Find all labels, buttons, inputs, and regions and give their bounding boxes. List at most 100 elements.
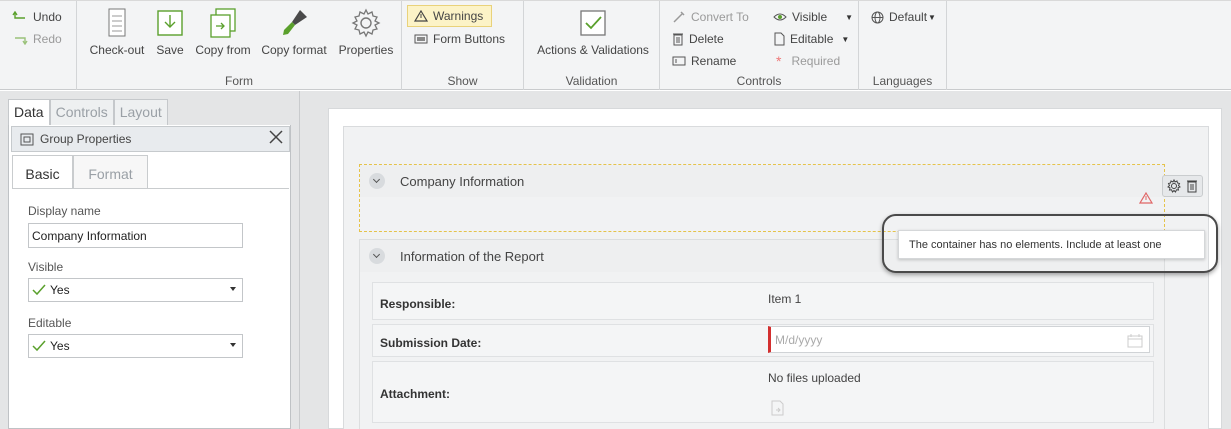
group-tools xyxy=(1162,175,1203,197)
check-out-label: Check-out xyxy=(89,43,145,57)
editable-icon xyxy=(774,32,785,46)
properties-button[interactable]: Properties xyxy=(336,7,396,57)
collapse-icon[interactable] xyxy=(369,248,385,264)
warnings-label: Warnings xyxy=(433,9,484,23)
ribbon-toolbar: Undo Redo Check-out Save Copy from Copy … xyxy=(0,0,1231,90)
copy-from-button[interactable]: Copy from xyxy=(194,7,252,57)
display-name-input[interactable]: Company Information xyxy=(28,223,243,248)
languages-group: Default ▼ Languages xyxy=(859,1,947,90)
submission-date-row: Submission Date: M/d/yyyy xyxy=(372,324,1154,357)
copy-format-button[interactable]: Copy format xyxy=(259,7,329,57)
form-designer-canvas: Company Information Information of the R… xyxy=(299,91,1231,429)
properties-label: Properties xyxy=(338,43,394,57)
tab-controls[interactable]: Controls xyxy=(49,99,114,125)
paintbrush-icon xyxy=(283,10,307,35)
form-buttons-toggle[interactable]: Form Buttons xyxy=(414,30,505,48)
controls-group-label: Controls xyxy=(736,74,782,88)
editable-select[interactable]: Yes xyxy=(28,334,243,358)
chevron-down-icon xyxy=(230,287,236,291)
language-dropdown[interactable]: Default ▼ xyxy=(871,8,936,26)
required-toggle[interactable]: * Required xyxy=(773,52,840,70)
copy-from-label: Copy from xyxy=(195,43,251,57)
form-buttons-label: Form Buttons xyxy=(433,32,506,46)
required-label: Required xyxy=(791,54,841,68)
form-container: Company Information Information of the R… xyxy=(343,126,1218,429)
show-group: Warnings Form Buttons Show xyxy=(402,1,524,90)
empty-container-tooltip: The container has no elements. Include a… xyxy=(898,230,1205,259)
submission-date-input[interactable]: M/d/yyyy xyxy=(768,326,1150,353)
editable-dropdown[interactable]: Editable ▼ xyxy=(773,30,849,48)
rename-icon xyxy=(672,56,686,66)
show-group-label: Show xyxy=(447,74,478,88)
tab-layout[interactable]: Layout xyxy=(113,99,168,125)
upload-icon[interactable] xyxy=(769,399,787,417)
form-group: Check-out Save Copy from Copy format Pro… xyxy=(77,1,402,90)
undo-button[interactable]: Undo xyxy=(12,8,62,26)
check-out-button[interactable]: Check-out xyxy=(86,7,148,57)
close-icon[interactable] xyxy=(267,128,285,146)
company-information-title: Company Information xyxy=(400,173,525,189)
actions-validations-button[interactable]: Actions & Validations xyxy=(534,7,652,57)
rename-button[interactable]: Rename xyxy=(672,52,736,70)
gear-icon[interactable] xyxy=(1167,179,1182,193)
form-buttons-icon xyxy=(414,34,428,44)
undo-icon xyxy=(12,11,25,19)
tab-data[interactable]: Data xyxy=(8,99,50,125)
language-label: Default xyxy=(889,10,928,24)
trash-icon[interactable] xyxy=(1186,179,1198,193)
basic-properties-form: Display name Company Information Visible… xyxy=(12,188,289,428)
editable-label: Editable xyxy=(790,32,834,46)
left-tabs: Data Controls Layout xyxy=(8,99,168,125)
form-page: Company Information Information of the R… xyxy=(328,108,1222,429)
convert-to-label: Convert To xyxy=(691,10,749,24)
controls-group: Convert To Delete Rename Visible ▼ Editab… xyxy=(660,1,859,90)
display-name-label: Display name xyxy=(28,204,101,218)
save-icon xyxy=(157,10,183,36)
property-subtabs: Basic Format xyxy=(12,155,148,189)
asterisk-icon: * xyxy=(776,53,782,69)
tab-format[interactable]: Format xyxy=(73,155,148,189)
visible-dropdown[interactable]: Visible ▼ xyxy=(773,8,853,26)
warning-icon xyxy=(414,10,428,22)
convert-to-button[interactable]: Convert To xyxy=(672,8,749,26)
undo-redo-group: Undo Redo xyxy=(0,1,77,90)
company-information-header[interactable]: Company Information xyxy=(360,165,1164,197)
visible-label: Visible xyxy=(792,10,828,24)
responsible-label: Responsible: xyxy=(380,297,456,311)
attachment-status: No files uploaded xyxy=(768,371,861,385)
submission-date-label: Submission Date: xyxy=(380,336,482,350)
visible-select[interactable]: Yes xyxy=(28,278,243,302)
calendar-icon[interactable] xyxy=(1127,334,1143,348)
attachment-label: Attachment: xyxy=(380,387,451,401)
date-placeholder: M/d/yyyy xyxy=(775,332,823,347)
redo-button[interactable]: Redo xyxy=(12,30,62,48)
warning-icon[interactable] xyxy=(1139,192,1153,204)
visible-value: Yes xyxy=(50,283,70,297)
redo-label: Redo xyxy=(33,32,62,46)
delete-label: Delete xyxy=(689,32,724,46)
globe-icon xyxy=(871,11,884,23)
chevron-down-icon xyxy=(230,343,236,347)
tab-basic[interactable]: Basic xyxy=(12,155,73,189)
check-icon xyxy=(32,340,46,352)
checkbox-icon xyxy=(580,10,606,36)
warnings-toggle[interactable]: Warnings xyxy=(407,5,493,27)
copy-format-label: Copy format xyxy=(261,43,327,57)
editable-label: Editable xyxy=(28,316,72,330)
attachment-row: Attachment: No files uploaded xyxy=(372,361,1154,423)
group-icon xyxy=(20,133,34,145)
save-button[interactable]: Save xyxy=(153,7,187,57)
copy-from-icon xyxy=(210,8,236,38)
delete-button[interactable]: Delete xyxy=(672,30,724,48)
save-label: Save xyxy=(156,43,184,57)
responsible-value[interactable]: Item 1 xyxy=(768,292,801,306)
undo-label: Undo xyxy=(33,10,62,24)
eye-icon xyxy=(773,13,787,21)
actions-validations-label: Actions & Validations xyxy=(537,43,649,57)
collapse-icon[interactable] xyxy=(369,173,385,189)
trash-icon xyxy=(673,33,683,46)
responsible-row: Responsible: Item 1 xyxy=(372,282,1154,320)
editable-value: Yes xyxy=(50,339,70,353)
rename-label: Rename xyxy=(691,54,737,68)
check-icon xyxy=(32,284,46,296)
